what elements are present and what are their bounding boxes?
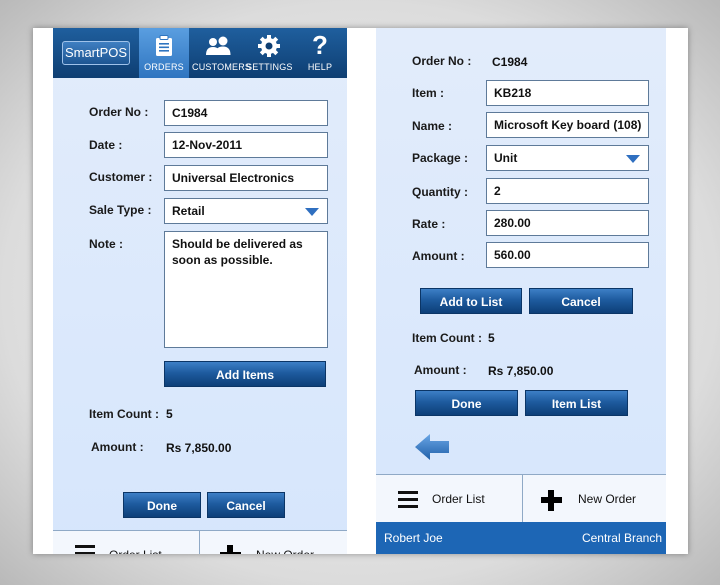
order-no-label: Order No : xyxy=(412,54,472,68)
nav-settings[interactable]: SETTINGS xyxy=(246,28,292,78)
sale-type-value: Retail xyxy=(172,204,205,218)
item-field[interactable]: KB218 xyxy=(486,80,649,106)
add-items-button[interactable]: Add Items xyxy=(164,361,326,387)
nav-customers[interactable]: CUSTOMERS xyxy=(192,28,252,78)
item-count-label: Item Count : xyxy=(89,407,159,421)
user-name: Robert Joe xyxy=(384,531,443,545)
package-select[interactable]: Unit xyxy=(486,145,649,171)
order-list-button[interactable]: Order List xyxy=(53,531,199,554)
app-logo: SmartPOS xyxy=(62,41,130,65)
new-order-label: New Order xyxy=(256,548,314,554)
nav-help-label: HELP xyxy=(307,62,333,72)
item-entry-screen: Order No : C1984 Item : KB218 Name : Mic… xyxy=(376,28,666,554)
date-field[interactable]: 12-Nov-2011 xyxy=(164,132,328,158)
order-list-label: Order List xyxy=(109,548,162,554)
cancel-button[interactable]: Cancel xyxy=(529,288,633,314)
order-form-screen: SmartPOS ORDERS CUSTOMERS SETTINGS ? HEL… xyxy=(53,28,347,554)
cancel-button[interactable]: Cancel xyxy=(207,492,285,518)
amount-label: Amount : xyxy=(91,440,144,454)
note-textarea[interactable]: Should be delivered as soon as possible. xyxy=(164,231,328,348)
quantity-field[interactable]: 2 xyxy=(486,178,649,204)
date-label: Date : xyxy=(89,138,123,152)
amount-value: Rs 7,850.00 xyxy=(166,441,232,455)
customer-field[interactable]: Universal Electronics xyxy=(164,165,328,191)
chevron-down-icon xyxy=(626,155,640,163)
note-label: Note : xyxy=(89,237,123,251)
branch-name: Central Branch xyxy=(581,531,662,545)
back-arrow-icon[interactable] xyxy=(414,432,450,462)
nav-orders[interactable]: ORDERS xyxy=(139,28,189,78)
total-amount-value: Rs 7,850.00 xyxy=(488,364,554,378)
done-button[interactable]: Done xyxy=(415,390,518,416)
done-button[interactable]: Done xyxy=(123,492,201,518)
new-order-label: New Order xyxy=(578,492,637,506)
item-count-value: 5 xyxy=(488,331,495,345)
clipboard-icon xyxy=(156,35,172,56)
bottom-toolbar: Order List New Order xyxy=(376,474,666,523)
nav-help[interactable]: ? HELP xyxy=(298,28,342,78)
chevron-down-icon xyxy=(305,208,319,216)
order-no-field[interactable]: C1984 xyxy=(164,100,328,126)
total-amount-label: Amount : xyxy=(414,363,467,377)
quantity-label: Quantity : xyxy=(412,185,468,199)
status-bar: Robert Joe Central Branch xyxy=(376,522,666,554)
customer-label: Customer : xyxy=(89,170,153,184)
rate-label: Rate : xyxy=(412,217,446,231)
package-value: Unit xyxy=(494,151,518,165)
nav-orders-label: ORDERS xyxy=(144,62,184,72)
new-order-button[interactable]: New Order xyxy=(523,475,666,523)
new-order-button[interactable]: New Order xyxy=(200,531,347,554)
users-icon xyxy=(206,36,231,55)
bottom-toolbar: Order List New Order xyxy=(53,530,347,554)
item-label: Item : xyxy=(412,86,445,100)
nav-settings-label: SETTINGS xyxy=(246,62,293,72)
gear-icon xyxy=(258,35,280,57)
item-count-label: Item Count : xyxy=(412,331,482,345)
name-field[interactable]: Microsoft Key board (108) xyxy=(486,112,649,138)
package-label: Package : xyxy=(412,151,469,165)
help-icon: ? xyxy=(311,30,329,60)
order-list-label: Order List xyxy=(432,492,485,506)
sale-type-label: Sale Type : xyxy=(89,203,152,217)
add-to-list-button[interactable]: Add to List xyxy=(420,288,522,314)
order-no-value: C1984 xyxy=(492,55,528,69)
nav-customers-label: CUSTOMERS xyxy=(192,62,252,72)
name-label: Name : xyxy=(412,119,453,133)
item-list-button[interactable]: Item List xyxy=(525,390,628,416)
rate-field[interactable]: 280.00 xyxy=(486,210,649,236)
order-list-button[interactable]: Order List xyxy=(376,475,522,523)
order-no-label: Order No : xyxy=(89,105,149,119)
item-count-value: 5 xyxy=(166,407,173,421)
sale-type-select[interactable]: Retail xyxy=(164,198,328,224)
amount-label: Amount : xyxy=(412,249,465,263)
amount-field[interactable]: 560.00 xyxy=(486,242,649,268)
top-navigation: SmartPOS ORDERS CUSTOMERS SETTINGS ? HEL… xyxy=(53,28,347,78)
